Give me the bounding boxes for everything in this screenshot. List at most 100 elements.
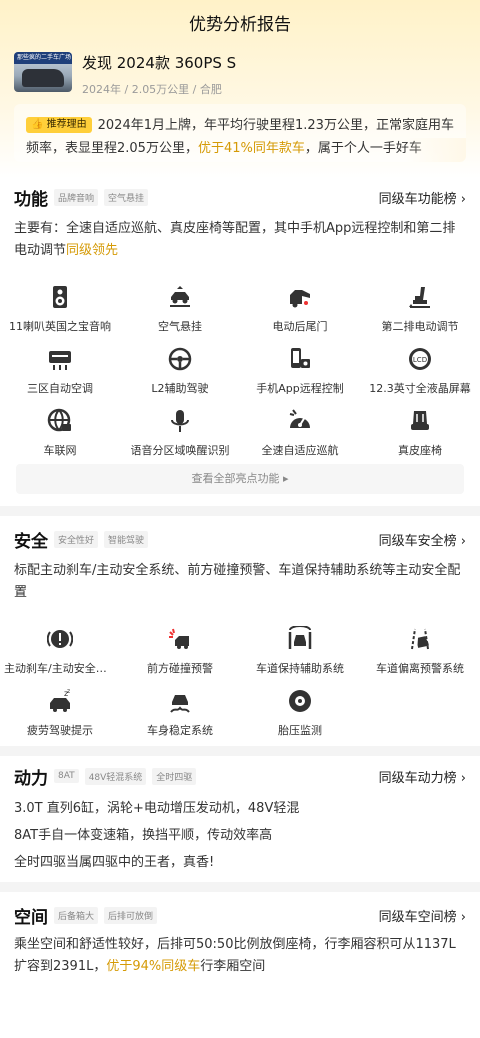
safety-label: 车道偏离预警系统 — [376, 662, 464, 675]
safety-label: 胎压监测 — [278, 724, 322, 737]
power-rank-link[interactable]: 同级车动力榜 › — [379, 767, 466, 786]
feature-label: 第二排电动调节 — [381, 320, 459, 333]
features-grid: 11喇叭英国之宝音响 空气悬挂 电动后尾门 第二排电动调节 三区自动空调 L2辅… — [0, 278, 480, 464]
lane-keep-icon — [287, 625, 313, 652]
power-list: 3.0T 直列6缸，涡轮+电动增压发动机，48V轻混 8AT手自一体变速箱，换挡… — [0, 795, 480, 876]
microphone-icon — [167, 408, 193, 434]
features-card: 功能 品牌音响 空气悬挂 同级车功能榜 › 主要有：全速自适应巡航、真皮座椅等配… — [0, 178, 480, 506]
features-desc: 主要有：全速自适应巡航、真皮座椅等配置，其中手机App远程控制和第二排电动调节同… — [14, 221, 456, 258]
power-card: 动力 8AT 48V轻混系统 全时四驱 同级车动力榜 › 3.0T 直列6缸，涡… — [0, 756, 480, 882]
recommend-tag: 👍 推荐理由 — [26, 117, 92, 133]
feature-item[interactable]: 真皮座椅 — [360, 402, 480, 464]
feature-label: 车联网 — [43, 444, 77, 457]
power-line: 全时四驱当属四驱中的王者，真香! — [14, 855, 215, 870]
feature-item[interactable]: 电动后尾门 — [240, 278, 360, 340]
space-chip: 后备箱大 — [54, 906, 99, 924]
safety-item[interactable]: 主动刹车/主动安全系统 — [0, 620, 120, 682]
page-title: 优势分析报告 — [189, 15, 291, 35]
speaker-icon — [47, 284, 73, 310]
steering-wheel-icon — [167, 346, 193, 372]
car-summary[interactable]: 那些疯的二手车广场 发现 2024款 360PS S 2024年 / 2.05万… — [14, 52, 236, 97]
lcd-icon: LCD — [407, 346, 433, 372]
reason-highlight: 优于41%同年款车 — [197, 141, 305, 156]
safety-title: 安全 — [14, 531, 48, 552]
feature-label: 电动后尾门 — [272, 320, 328, 333]
car-thumbnail[interactable]: 那些疯的二手车广场 — [14, 52, 72, 92]
space-card: 空间 后备箱大 后排可放倒 同级车空间榜 › 乘坐空间和舒适性较好，后排可50:… — [0, 892, 480, 1038]
feature-item[interactable]: 第二排电动调节 — [360, 278, 480, 340]
safety-item[interactable]: zz 疲劳驾驶提示 — [0, 682, 120, 744]
feature-item[interactable]: L2辅助驾驶 — [120, 340, 240, 402]
brake-warning-icon — [46, 626, 74, 652]
safety-item[interactable]: 胎压监测 — [240, 682, 360, 744]
safety-chip: 智能驾驶 — [104, 530, 149, 548]
space-chip: 后排可放倒 — [104, 906, 158, 924]
lane-departure-icon — [407, 626, 433, 652]
feature-label: 空气悬挂 — [158, 320, 202, 333]
svg-text:z: z — [67, 688, 70, 695]
cruise-gauge-icon — [287, 408, 313, 434]
features-chip: 品牌音响 — [54, 188, 99, 206]
car-meta: 2024年 / 2.05万公里 / 合肥 — [82, 83, 222, 96]
fade-overlay — [406, 138, 466, 162]
safety-item[interactable]: 车道保持辅助系统 — [240, 620, 360, 682]
features-chip: 空气悬挂 — [104, 188, 149, 206]
power-tailgate-icon — [287, 284, 313, 310]
space-title: 空间 — [14, 907, 48, 928]
car-silhouette — [22, 69, 64, 87]
features-rank-link[interactable]: 同级车功能榜 › — [379, 188, 466, 207]
safety-label: 疲劳驾驶提示 — [27, 724, 93, 737]
feature-label: 语音分区域唤醒识别 — [130, 444, 230, 457]
safety-item[interactable]: 车身稳定系统 — [120, 682, 240, 744]
feature-label: 三区自动空调 — [27, 382, 93, 395]
feature-label: 全速自适应巡航 — [261, 444, 339, 457]
seat-adjust-icon — [407, 284, 433, 310]
phone-remote-icon — [287, 346, 313, 372]
feature-label: 手机App远程控制 — [256, 382, 344, 395]
feature-item[interactable]: LCD 12.3英寸全液晶屏幕 — [360, 340, 480, 402]
feature-label: 真皮座椅 — [398, 444, 442, 457]
features-title: 功能 — [14, 189, 48, 210]
feature-item[interactable]: 手机App远程控制 — [240, 340, 360, 402]
safety-label: 车身稳定系统 — [147, 724, 213, 737]
safety-rank-link[interactable]: 同级车安全榜 › — [379, 530, 466, 549]
stability-icon — [167, 688, 193, 714]
leather-seat-icon — [407, 408, 433, 434]
power-line: 3.0T 直列6缸，涡轮+电动增压发动机，48V轻混 — [14, 801, 300, 816]
feature-item[interactable]: 空气悬挂 — [120, 278, 240, 340]
space-desc: 乘坐空间和舒适性较好，后排可50:50比例放倒座椅，行李厢容积可从1137L扩容… — [14, 937, 456, 974]
fatigue-icon: zz — [47, 688, 73, 714]
space-rank-link[interactable]: 同级车空间榜 › — [379, 906, 466, 925]
collision-warning-icon — [167, 626, 193, 652]
thumbnail-banner: 那些疯的二手车广场 — [14, 52, 72, 64]
air-suspension-icon — [167, 284, 193, 310]
svg-text:LCD: LCD — [413, 356, 427, 364]
power-chip: 全时四驱 — [152, 767, 197, 785]
feature-item[interactable]: 车联网 — [0, 402, 120, 464]
safety-item[interactable]: 前方碰撞预警 — [120, 620, 240, 682]
safety-grid: 主动刹车/主动安全系统 前方碰撞预警 车道保持辅助系统 车道偏离预警系统 zz … — [0, 620, 480, 744]
safety-card: 安全 安全性好 智能驾驶 同级车安全榜 › 标配主动刹车/主动安全系统、前方碰撞… — [0, 516, 480, 746]
view-all-features-button[interactable]: 查看全部亮点功能 ▸ — [16, 464, 464, 494]
safety-label: 主动刹车/主动安全系统 — [4, 662, 116, 675]
feature-item[interactable]: 全速自适应巡航 — [240, 402, 360, 464]
climate-control-icon — [47, 346, 73, 372]
recommend-reason: 👍 推荐理由 2024年1月上牌，年平均行驶里程1.23万公里，正常家庭用车频率，… — [14, 104, 466, 162]
tire-pressure-icon — [287, 688, 313, 714]
safety-item[interactable]: 车道偏离预警系统 — [360, 620, 480, 682]
power-title: 动力 — [14, 768, 48, 789]
feature-label: 12.3英寸全液晶屏幕 — [369, 382, 471, 395]
safety-label: 前方碰撞预警 — [147, 662, 213, 675]
car-name: 发现 2024款 360PS S — [82, 54, 237, 72]
power-line: 8AT手自一体变速箱，换挡平顺，传动效率高 — [14, 828, 273, 843]
feature-label: L2辅助驾驶 — [151, 382, 209, 395]
power-chip: 8AT — [54, 769, 79, 783]
safety-label: 车道保持辅助系统 — [256, 662, 344, 675]
power-chip: 48V轻混系统 — [84, 767, 147, 785]
globe-icon — [47, 408, 73, 434]
reason-text-tail: ，属于个人一手好车 — [304, 141, 422, 156]
feature-item[interactable]: 11喇叭英国之宝音响 — [0, 278, 120, 340]
feature-item[interactable]: 语音分区域唤醒识别 — [120, 402, 240, 464]
feature-item[interactable]: 三区自动空调 — [0, 340, 120, 402]
feature-label: 11喇叭英国之宝音响 — [9, 320, 111, 333]
